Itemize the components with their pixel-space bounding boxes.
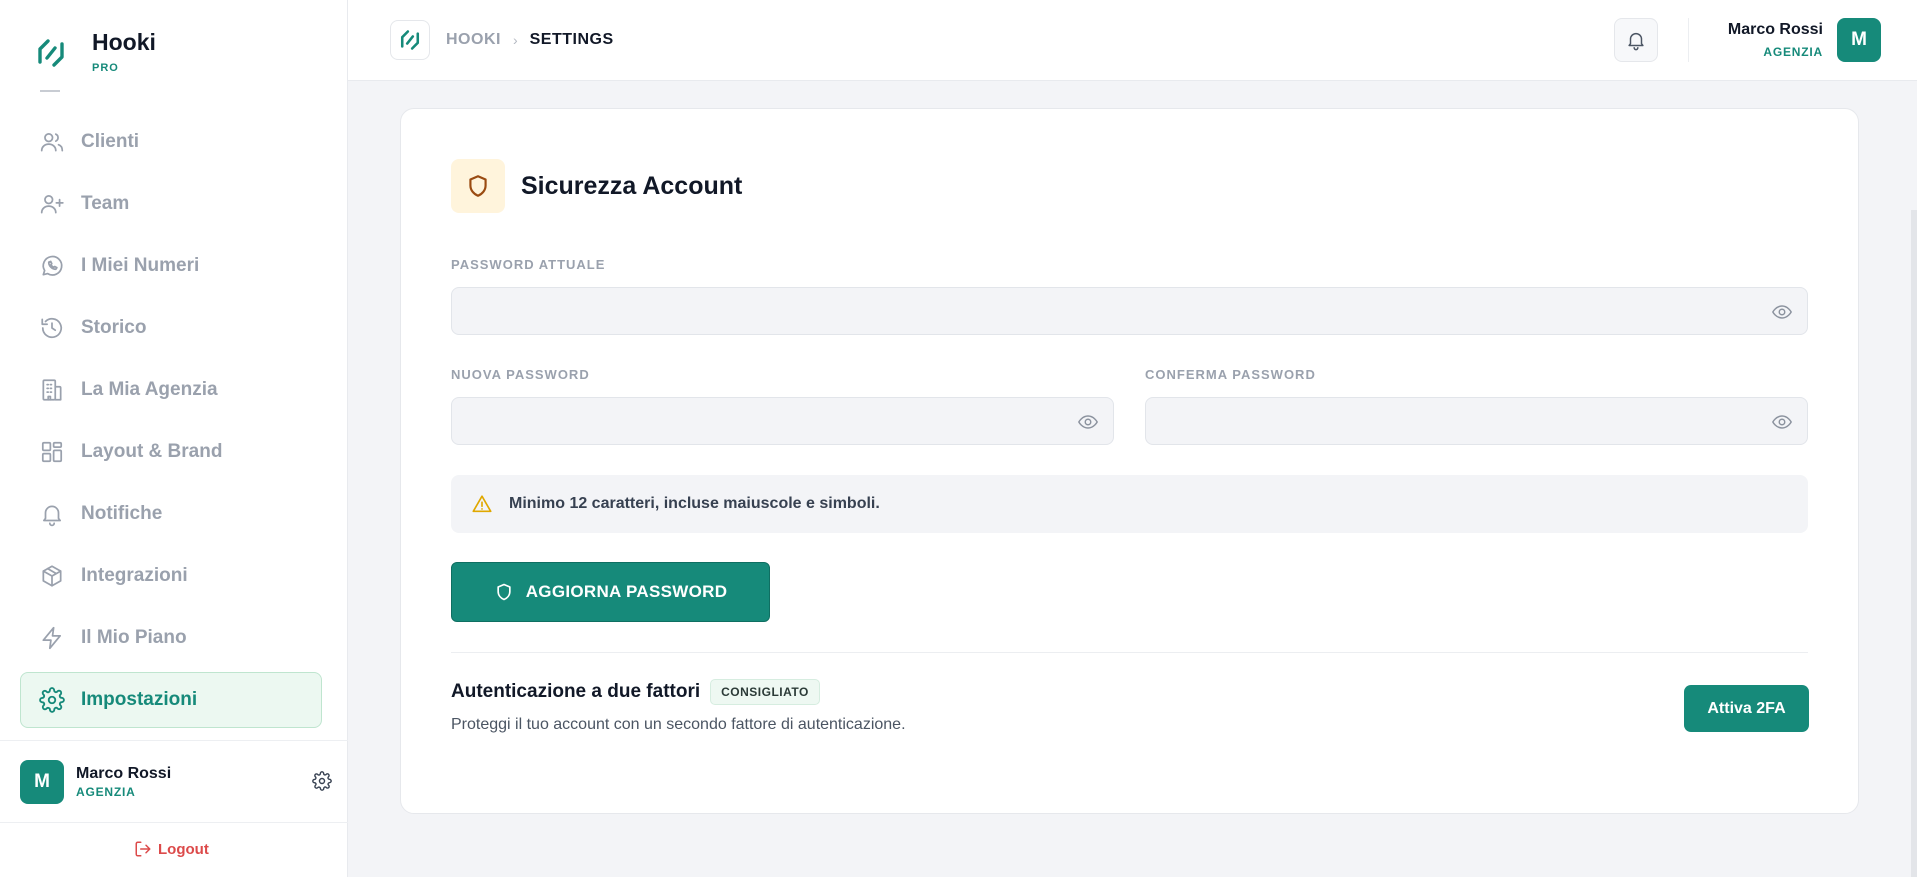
password-hint: Minimo 12 caratteri, incluse maiuscole e… (451, 475, 1808, 533)
sidebar-item-piano[interactable]: Il Mio Piano (20, 610, 322, 666)
sidebar-user-profile[interactable]: M Marco Rossi AGENZIA (20, 760, 332, 804)
sidebar-item-integrazioni[interactable]: Integrazioni (20, 548, 322, 604)
hooki-logo-icon (400, 30, 420, 50)
sidebar-item-notifiche[interactable]: Notifiche (20, 486, 322, 542)
update-password-button[interactable]: AGGIORNA PASSWORD (451, 562, 770, 622)
sidebar-item-label: Layout & Brand (81, 441, 223, 462)
logout-icon (135, 841, 151, 857)
divider (451, 652, 1808, 653)
top-bar: HOOKI › SETTINGS Marco Rossi AGENZIA M (348, 0, 1917, 81)
warning-icon (472, 495, 492, 513)
user-role: AGENZIA (76, 785, 136, 799)
recommended-badge: CONSIGLIATO (710, 679, 820, 705)
sidebar: Hooki PRO Clienti Team I Miei Numeri Sto… (0, 0, 348, 877)
sidebar-item-label: Storico (81, 317, 147, 338)
avatar: M (1837, 18, 1881, 62)
current-password-label: PASSWORD ATTUALE (451, 257, 606, 272)
eye-icon[interactable] (1771, 301, 1793, 323)
brand-tier-badge: PRO (92, 62, 119, 74)
lightning-icon (42, 626, 61, 650)
hooki-logo-icon (38, 39, 64, 67)
current-password-input[interactable] (452, 288, 1807, 334)
header-user-menu[interactable]: Marco Rossi AGENZIA M (1728, 18, 1881, 62)
sidebar-item-label: Impostazioni (81, 689, 198, 710)
shield-icon-box (451, 159, 505, 213)
brand[interactable]: Hooki PRO (34, 28, 156, 74)
divider (1688, 18, 1689, 62)
breadcrumb: HOOKI › SETTINGS (390, 20, 614, 60)
sidebar-item-impostazioni[interactable]: Impostazioni (20, 672, 322, 728)
sidebar-item-label: Notifiche (81, 503, 163, 524)
users-icon (40, 133, 64, 152)
sidebar-nav: Clienti Team I Miei Numeri Storico La Mi… (20, 114, 322, 734)
breadcrumb-current: SETTINGS (529, 31, 614, 48)
sidebar-item-team[interactable]: Team (20, 176, 322, 232)
chevron-right-icon: › (512, 32, 518, 48)
logout-button[interactable]: Logout (134, 840, 209, 858)
divider (0, 740, 348, 741)
sidebar-item-label: Clienti (81, 131, 140, 152)
update-password-label: AGGIORNA PASSWORD (525, 582, 728, 601)
bell-icon (1628, 32, 1644, 51)
whatsapp-icon (42, 255, 63, 276)
breadcrumb-logo[interactable] (390, 20, 430, 60)
building-icon (42, 379, 62, 401)
section-title: Sicurezza Account (521, 171, 743, 200)
sidebar-item-label: La Mia Agenzia (81, 379, 218, 400)
bell-icon (43, 505, 61, 527)
scroll-indicator (40, 90, 60, 92)
package-icon (42, 565, 62, 587)
brand-name: Hooki (92, 29, 156, 55)
eye-icon[interactable] (1771, 411, 1793, 433)
notifications-button[interactable] (1614, 18, 1658, 62)
sidebar-item-label: Team (81, 193, 130, 214)
user-role: AGENZIA (1763, 45, 1823, 59)
page-scrollbar[interactable] (1911, 210, 1917, 877)
sidebar-item-label: Integrazioni (81, 565, 188, 586)
layout-icon (41, 441, 63, 463)
shield-icon (469, 175, 487, 197)
sidebar-item-agenzia[interactable]: La Mia Agenzia (20, 362, 322, 418)
user-name: Marco Rossi (1727, 21, 1823, 38)
gear-icon[interactable] (312, 771, 332, 791)
sidebar-item-layout-brand[interactable]: Layout & Brand (20, 424, 322, 480)
user-plus-icon (40, 195, 64, 214)
shield-icon (497, 583, 511, 601)
new-password-field (451, 397, 1114, 445)
sidebar-item-label: I Miei Numeri (81, 255, 200, 276)
confirm-password-input[interactable] (1146, 398, 1807, 444)
sidebar-item-numeri[interactable]: I Miei Numeri (20, 238, 322, 294)
hint-text: Minimo 12 caratteri, incluse maiuscole e… (509, 495, 880, 512)
gear-icon (39, 687, 65, 713)
enable-2fa-button[interactable]: Attiva 2FA (1684, 685, 1809, 732)
sidebar-item-clienti[interactable]: Clienti (20, 114, 322, 170)
eye-icon[interactable] (1077, 411, 1099, 433)
two-factor-description: Proteggi il tuo account con un secondo f… (451, 716, 906, 733)
sidebar-item-label: Il Mio Piano (81, 627, 187, 648)
two-factor-title: Autenticazione a due fattori (451, 681, 701, 702)
history-icon (41, 317, 63, 339)
confirm-password-field (1145, 397, 1808, 445)
user-name: Marco Rossi (76, 765, 172, 782)
confirm-password-label: CONFERMA PASSWORD (1145, 367, 1316, 382)
new-password-input[interactable] (452, 398, 1113, 444)
current-password-field (451, 287, 1808, 335)
divider (0, 822, 348, 823)
security-card: Sicurezza Account PASSWORD ATTUALE NUOVA… (400, 108, 1859, 814)
new-password-label: NUOVA PASSWORD (451, 367, 590, 382)
avatar: M (20, 760, 64, 804)
breadcrumb-root[interactable]: HOOKI (446, 31, 501, 49)
sidebar-item-storico[interactable]: Storico (20, 300, 322, 356)
logout-label: Logout (158, 840, 209, 858)
